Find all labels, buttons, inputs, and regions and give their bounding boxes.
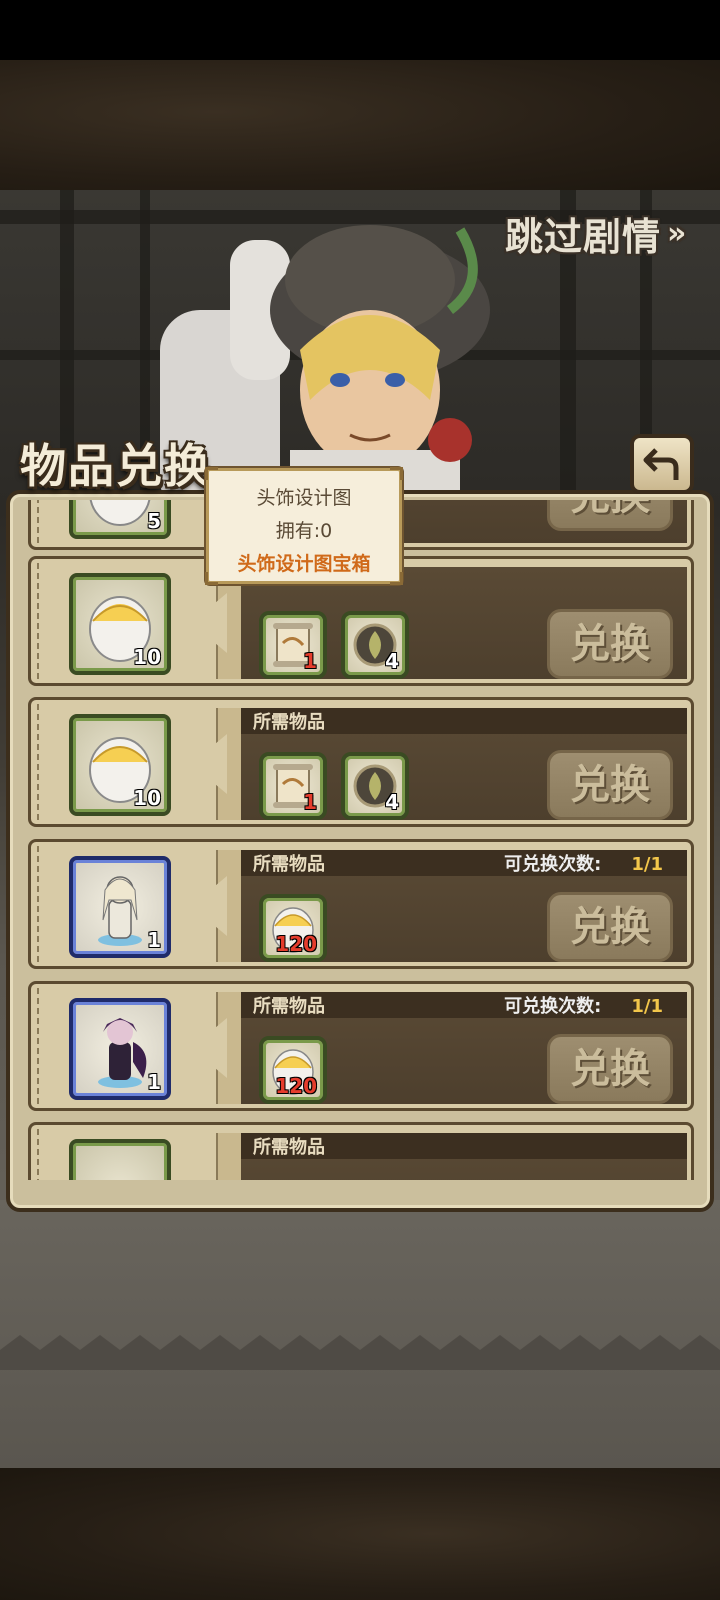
- reward-slot[interactable]: 10: [69, 573, 171, 675]
- reward-count: 10: [133, 786, 161, 810]
- required-items-header: 所需物品: [241, 708, 687, 734]
- tooltip-owned: 拥有:0: [275, 520, 333, 542]
- reward-slot[interactable]: [69, 1139, 171, 1180]
- exchange-button[interactable]: 兑换: [547, 892, 673, 962]
- required-label: 所需物品: [253, 1137, 325, 1158]
- required-item-slot[interactable]: 120: [259, 894, 327, 962]
- limit-label: 可兑换次数:: [504, 996, 602, 1017]
- double-chevron-icon: »: [667, 215, 688, 251]
- back-button[interactable]: [630, 434, 694, 494]
- exchange-row: 1 所需物品 可兑换次数: 1/1 120 兑换: [28, 839, 694, 969]
- required-item-slot[interactable]: 4: [341, 752, 409, 820]
- reward-slot[interactable]: 5: [69, 500, 171, 539]
- required-items-header: 所需物品: [241, 1133, 687, 1159]
- required-label: 所需物品: [253, 712, 325, 733]
- exchange-row: 10 所需物品 1 4 兑换: [28, 697, 694, 827]
- required-item-slot[interactable]: 4: [341, 611, 409, 679]
- required-count: 120: [275, 932, 317, 956]
- reward-count: 10: [133, 645, 161, 669]
- panel-title: 物品兑换: [20, 439, 212, 493]
- required-count: 4: [385, 649, 399, 673]
- floor-edge: [0, 1335, 720, 1370]
- bottom-map-band: [0, 1468, 720, 1600]
- exchange-button[interactable]: 兑换: [547, 500, 673, 531]
- exchange-limit: 可兑换次数: 1/1: [504, 850, 663, 876]
- required-items-header: 所需物品 可兑换次数: 1/1: [241, 850, 687, 876]
- reward-count: 5: [147, 509, 161, 533]
- exchange-row: 所需物品: [28, 1122, 694, 1180]
- exchange-row: 1 所需物品 可兑换次数: 1/1 120 兑换: [28, 981, 694, 1111]
- required-item-slot[interactable]: 1: [259, 611, 327, 679]
- limit-value: 1/1: [631, 854, 663, 875]
- skip-label: 跳过剧情: [505, 214, 662, 259]
- limit-label: 可兑换次数:: [504, 854, 602, 875]
- exchange-button[interactable]: 兑换: [547, 609, 673, 679]
- status-bar-area: [0, 0, 720, 60]
- required-count: 120: [275, 1074, 317, 1098]
- skip-story-button[interactable]: 跳过剧情 »: [505, 205, 687, 261]
- reward-slot[interactable]: 1: [69, 998, 171, 1100]
- required-items-header: 所需物品 可兑换次数: 1/1: [241, 992, 687, 1018]
- reward-slot[interactable]: 1: [69, 856, 171, 958]
- required-count: 1: [303, 790, 317, 814]
- exchange-list[interactable]: 5 兑换 10 1: [28, 500, 694, 1180]
- item-tooltip: 头饰设计图 拥有:0 头饰设计图宝箱: [205, 467, 403, 585]
- required-label: 所需物品: [253, 996, 325, 1017]
- top-map-band: [0, 60, 720, 190]
- reward-count: 1: [147, 928, 161, 952]
- exchange-limit: 可兑换次数: 1/1: [504, 992, 663, 1018]
- reward-count: 1: [147, 1070, 161, 1094]
- return-arrow-icon: [643, 448, 679, 480]
- exchange-button[interactable]: 兑换: [547, 1034, 673, 1104]
- required-item-slot[interactable]: 1: [259, 752, 327, 820]
- required-count: 4: [385, 790, 399, 814]
- limit-value: 1/1: [631, 996, 663, 1017]
- tooltip-source[interactable]: 头饰设计图宝箱: [209, 549, 399, 576]
- required-item-slot[interactable]: 120: [259, 1036, 327, 1104]
- exchange-button[interactable]: 兑换: [547, 750, 673, 820]
- required-label: 所需物品: [253, 854, 325, 875]
- required-count: 1: [303, 649, 317, 673]
- reward-slot[interactable]: 10: [69, 714, 171, 816]
- tooltip-item-name: 头饰设计图: [256, 487, 352, 509]
